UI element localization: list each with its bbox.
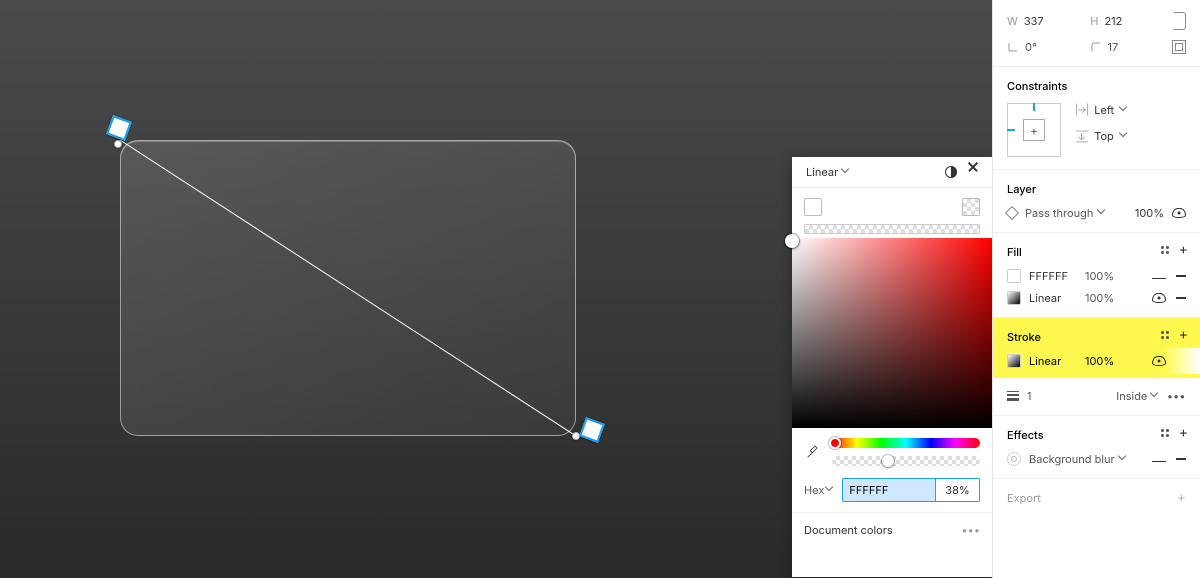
alpha-thumb[interactable]: [882, 455, 894, 467]
section-title: Fill: [1007, 245, 1186, 259]
chevron-down-icon: [1120, 132, 1128, 140]
close-button[interactable]: [966, 165, 980, 179]
section-title: Export: [1007, 491, 1041, 505]
fill-item[interactable]: FFFFFF 100%: [1007, 269, 1186, 283]
visibility-toggle[interactable]: [1152, 356, 1166, 366]
fill-item[interactable]: Linear 100%: [1007, 291, 1186, 305]
stroke-swatch[interactable]: [1007, 354, 1021, 368]
add-fill-button[interactable]: +: [1179, 245, 1188, 255]
add-stroke-button[interactable]: +: [1179, 330, 1188, 340]
remove-effect-button[interactable]: [1176, 458, 1186, 460]
chevron-down-icon: [1120, 106, 1128, 114]
section-title: Stroke: [1007, 330, 1186, 344]
color-model-label: Hex: [804, 483, 824, 497]
gradient-handle-end[interactable]: [579, 417, 605, 443]
effect-type-dropdown[interactable]: Background blur: [1029, 452, 1127, 466]
chevron-down-icon: [842, 168, 850, 176]
corner-icon: [1090, 41, 1102, 53]
gradient-track[interactable]: [804, 224, 980, 234]
effect-settings-icon[interactable]: [1007, 452, 1021, 466]
opacity-input[interactable]: 38%: [935, 479, 979, 501]
gradient-type-dropdown[interactable]: Linear: [806, 165, 936, 179]
transform-section: W 337 H 212 0° 17: [993, 0, 1200, 67]
chevron-down-icon: [1151, 392, 1159, 400]
style-icon[interactable]: [1161, 246, 1169, 254]
fill-swatch[interactable]: [1007, 269, 1021, 283]
layer-opacity[interactable]: 100%: [1135, 206, 1164, 220]
hue-thumb[interactable]: [829, 437, 841, 449]
style-icon[interactable]: [1161, 331, 1169, 339]
stroke-weight-icon: [1007, 389, 1019, 403]
gradient-type-label: Linear: [806, 165, 838, 179]
visibility-toggle[interactable]: [1152, 293, 1166, 303]
corner-radius-field[interactable]: 17: [1090, 40, 1153, 54]
stroke-advanced-button[interactable]: •••: [1167, 389, 1186, 403]
properties-panel: W 337 H 212 0° 17 Constraints: [992, 0, 1200, 578]
remove-fill-button[interactable]: [1176, 275, 1186, 277]
stroke-item[interactable]: Linear 100%: [1007, 354, 1186, 368]
section-title: Effects: [1007, 428, 1186, 442]
style-icon[interactable]: [1161, 429, 1169, 437]
document-colors-label: Document colors: [804, 523, 893, 537]
alpha-slider[interactable]: [832, 456, 980, 466]
color-picker-popover: Linear Hex 38% Doc: [792, 157, 992, 577]
gradient-stop-start-swatch[interactable]: [804, 198, 822, 216]
eyedropper-icon: [805, 444, 821, 460]
stroke-weight-input[interactable]: 1: [1027, 389, 1031, 403]
color-model-dropdown[interactable]: Hex: [804, 483, 834, 497]
constraints-section: Constraints + |→| Left |→| Top: [993, 67, 1200, 170]
chevron-down-icon: [826, 486, 834, 494]
blend-mode-icon: [1005, 206, 1019, 220]
selected-shape[interactable]: [120, 140, 576, 436]
stroke-align-dropdown[interactable]: Inside: [1116, 389, 1159, 403]
add-effect-button[interactable]: +: [1179, 428, 1188, 438]
visibility-toggle[interactable]: [1152, 456, 1166, 462]
visibility-toggle[interactable]: [1152, 273, 1166, 279]
saturation-value-field[interactable]: [792, 238, 992, 428]
remove-fill-button[interactable]: [1176, 297, 1186, 299]
close-icon: [967, 166, 979, 178]
constraint-h-dropdown[interactable]: |→| Left: [1075, 103, 1128, 117]
gradient-endpoint-start[interactable]: [114, 140, 122, 148]
rotation-field[interactable]: 0°: [1007, 40, 1070, 54]
sv-thumb[interactable]: [785, 234, 799, 248]
link-wh-icon[interactable]: [1174, 12, 1186, 30]
section-title: Layer: [1007, 182, 1186, 196]
hue-slider[interactable]: [832, 438, 980, 448]
width-field[interactable]: W 337: [1007, 12, 1070, 30]
height-field[interactable]: H 212: [1090, 12, 1153, 30]
constraints-widget[interactable]: +: [1007, 103, 1061, 157]
blend-mode-icon[interactable]: [944, 165, 958, 179]
independent-corners-icon[interactable]: [1172, 40, 1186, 54]
fill-swatch[interactable]: [1007, 291, 1021, 305]
effect-item[interactable]: Background blur: [1007, 452, 1186, 466]
gradient-stop-end-swatch[interactable]: [962, 198, 980, 216]
eyedropper-button[interactable]: [804, 443, 822, 461]
fill-section: Fill + FFFFFF 100% Linear 100%: [993, 233, 1200, 318]
add-export-button[interactable]: +: [1177, 493, 1186, 503]
layer-section: Layer Pass through 100%: [993, 170, 1200, 233]
constraint-v-dropdown[interactable]: |→| Top: [1075, 129, 1128, 143]
blend-mode-dropdown[interactable]: Pass through: [1025, 206, 1106, 220]
dots-icon[interactable]: •••: [961, 523, 980, 537]
chevron-down-icon: [1119, 455, 1127, 463]
visibility-toggle[interactable]: [1172, 208, 1186, 218]
stroke-section: Stroke + Linear 100% 1 Inside •••: [993, 318, 1200, 416]
effects-section: Effects + Background blur: [993, 416, 1200, 479]
angle-icon: [1007, 41, 1019, 53]
chevron-down-icon: [1098, 209, 1106, 217]
export-section: Export +: [993, 479, 1200, 517]
gradient-handle-start[interactable]: [106, 115, 132, 141]
hex-input[interactable]: [843, 479, 935, 501]
section-title: Constraints: [1007, 79, 1186, 93]
